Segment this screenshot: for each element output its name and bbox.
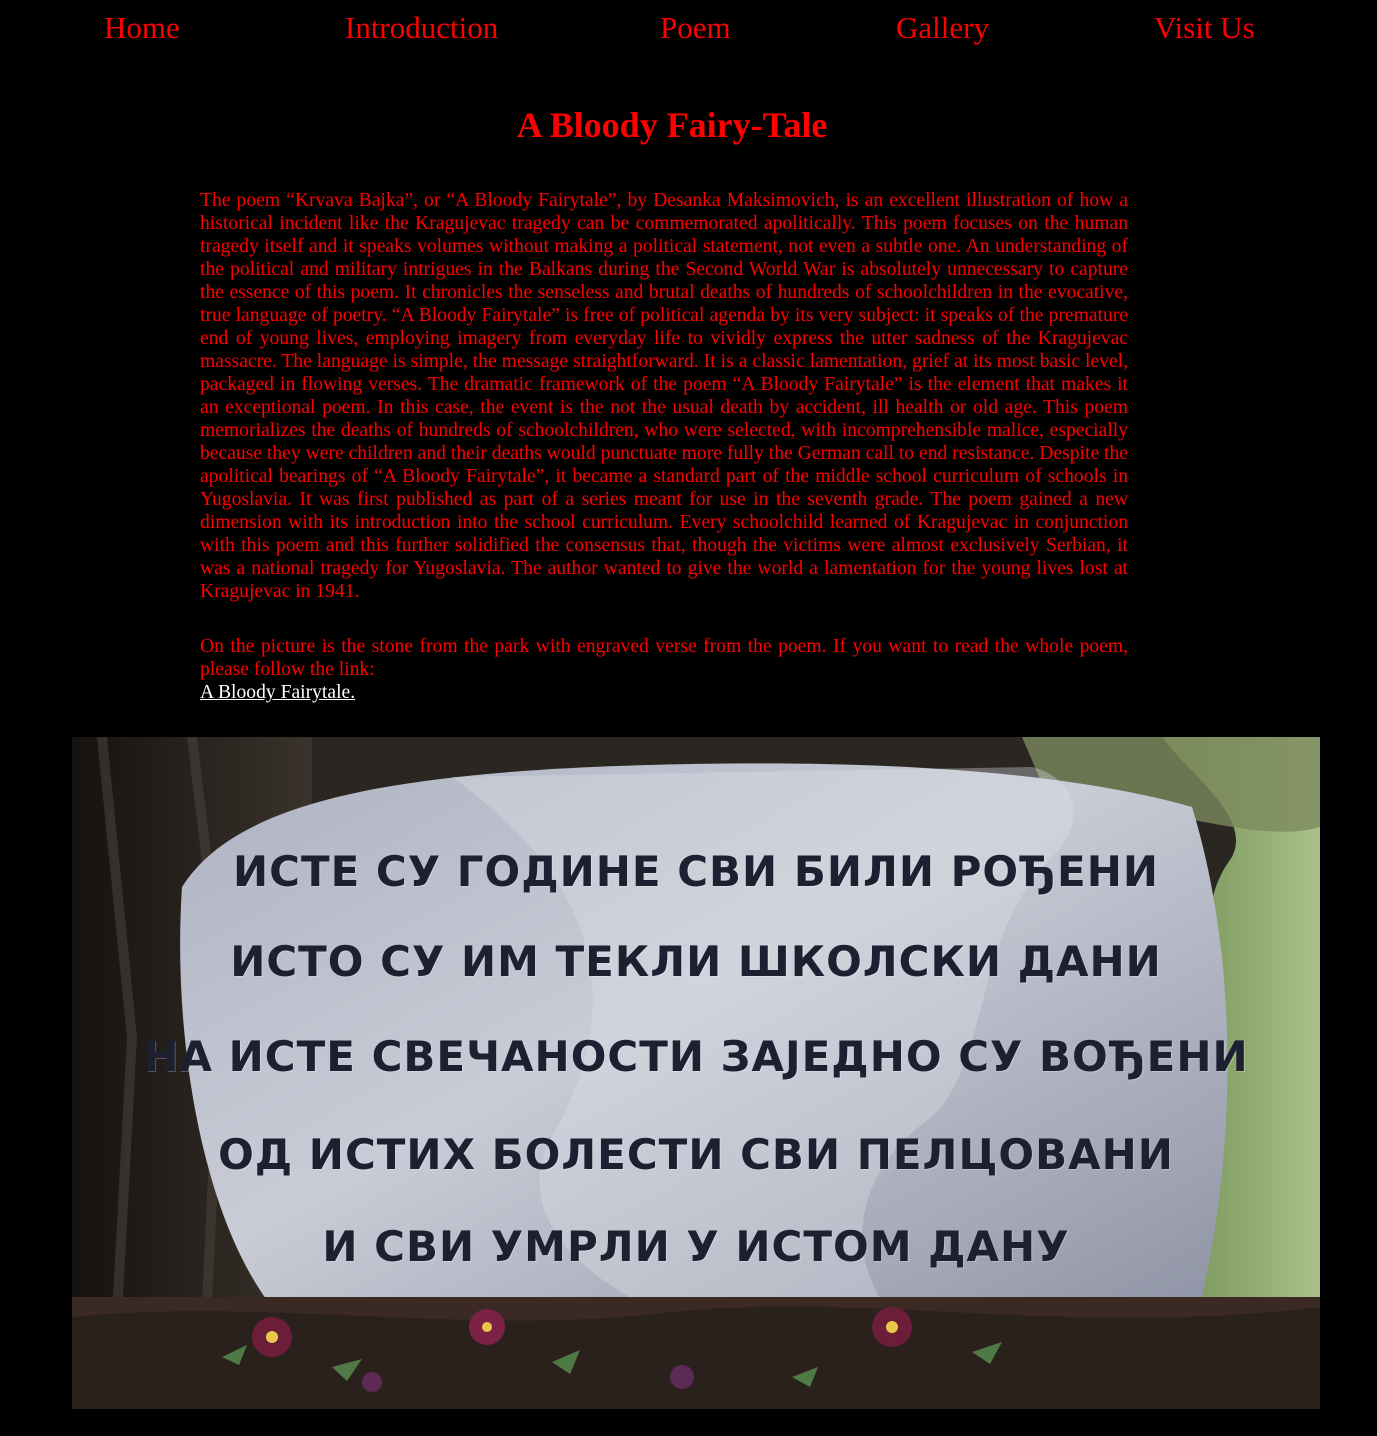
picture-note-paragraph: On the picture is the stone from the par…: [200, 635, 1128, 704]
page-title: A Bloody Fairy-Tale: [516, 105, 828, 145]
stone-verse-line: ОД ИСТИХ БОЛЕСТИ СВИ ПЕЛЦОВАНИ: [218, 1130, 1174, 1179]
engraved-stone-photo: ИСТЕ СУ ГОДИНЕ СВИ БИЛИ РОЂЕНИ ИСТО СУ И…: [72, 737, 1320, 1409]
stone-verse-line: И СВИ УМРЛИ У ИСТОМ ДАНУ: [322, 1222, 1070, 1271]
stone-verse-line: НА ИСТЕ СВЕЧАНОСТИ ЗАЈЕДНО СУ ВОЂЕНИ: [143, 1032, 1249, 1081]
nav-link-home[interactable]: Home: [104, 8, 180, 48]
nav-link-introduction[interactable]: Introduction: [345, 8, 498, 48]
top-navigation: Home Introduction Poem Gallery Visit Us: [0, 8, 1377, 52]
intro-paragraph: The poem “Krvava Bajka”, or “A Bloody Fa…: [200, 190, 1128, 602]
nav-link-poem[interactable]: Poem: [660, 8, 731, 48]
picture-note-text: On the picture is the stone from the par…: [200, 636, 1128, 680]
stone-verse-line: ИСТО СУ ИМ ТЕКЛИ ШКОЛСКИ ДАНИ: [230, 937, 1162, 986]
stone-verse-line: ИСТЕ СУ ГОДИНЕ СВИ БИЛИ РОЂЕНИ: [232, 847, 1160, 896]
article-body: The poem “Krvava Bajka”, or “A Bloody Fa…: [200, 189, 1128, 704]
nav-link-visit-us[interactable]: Visit Us: [1154, 8, 1255, 48]
nav-link-gallery[interactable]: Gallery: [896, 8, 989, 48]
poem-link[interactable]: A Bloody Fairytale.: [200, 681, 355, 704]
